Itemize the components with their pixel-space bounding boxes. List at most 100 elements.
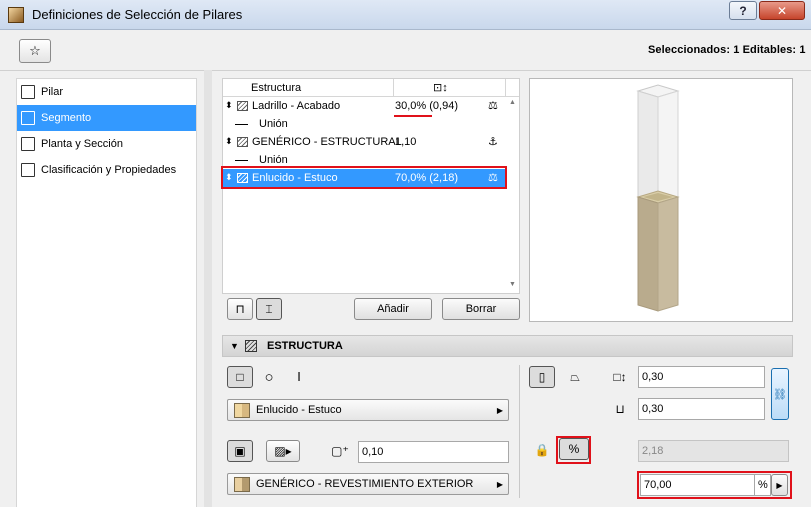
column-outline-icon: ⊓ [235,302,245,316]
classification-icon [21,163,35,177]
dropdown-arrow-icon: ▶ [496,479,503,489]
i-beam-icon: Ⅰ [297,370,301,384]
scroll-down-icon[interactable]: ▼ [509,281,516,288]
lock-thickness-icon[interactable]: 🔒 [530,441,554,459]
sidebar-item-label: Planta y Sección [41,138,123,150]
building-material-name: GENÉRICO - REVESTIMIENTO EXTERIOR [256,478,474,490]
reorder-arrows-icon[interactable]: ⬍ [225,136,233,147]
sidebar-item-pilar[interactable]: Pilar [17,79,196,105]
reorder-arrows-icon[interactable]: ⬍ [225,100,233,111]
column-3d-preview-graphic [636,84,680,312]
3d-preview [529,78,793,322]
join-line-icon [235,160,248,161]
surface-material-dropdown[interactable]: Enlucido - Estuco ▶ [227,399,509,421]
rectangular-shape-button[interactable]: □ [227,366,253,388]
window-title: Definiciones de Selección de Pilares [32,7,243,22]
width-field[interactable]: 0,30 [638,366,765,388]
skin-name: GENÉRICO - ESTRUCTURAL [252,136,402,148]
delete-skin-button[interactable]: Borrar [442,298,520,320]
sidebar-item-label: Pilar [41,86,64,98]
sidebar-item-planta-seccion[interactable]: Planta y Sección [17,131,196,157]
core-thickness-icon: ▢⁺ [331,444,349,458]
section-title: ESTRUCTURA [267,340,343,352]
material-name: Enlucido - Estuco [256,404,342,416]
chain-link-icon: ⛓ [773,388,787,401]
rectangle-icon: □ [236,370,244,384]
segment-view-button[interactable]: ⌶ [256,298,282,320]
segment-outline-icon: ⌶ [265,301,273,316]
thickness-value-field: 2,18 [638,440,789,462]
thickness-column-icon: ⊡↕ [433,82,448,94]
building-material-dropdown[interactable]: GENÉRICO - REVESTIMIENTO EXTERIOR ▶ [227,473,509,495]
section-header-estructura[interactable]: ▼ ESTRUCTURA [222,335,793,357]
join-label: Unión [259,118,288,130]
circular-shape-button[interactable]: ○ [256,366,282,388]
straight-column-icon: ▯ [538,370,546,384]
fill-hatch-icon: ▨▸ [274,444,292,458]
skin-name: Enlucido - Estuco [252,172,338,184]
fixed-anchor-icon[interactable]: ⚓ [488,135,498,148]
column-view-button[interactable]: ⊓ [227,298,253,320]
percent-value-field[interactable]: 70,00 [640,474,755,496]
depth-icon: ⊔ [615,402,625,416]
core-thickness-field[interactable]: 0,10 [358,441,509,463]
depth-field[interactable]: 0,30 [638,398,765,420]
circle-icon: ○ [264,368,274,386]
table-row[interactable]: ⬍ GENÉRICO - ESTRUCTURAL 1,10 ⚓ [223,133,507,151]
tapered-column-button[interactable]: ⏢ [562,366,588,388]
material-swatch-icon [234,402,250,418]
sidebar-item-clasificacion[interactable]: Clasificación y Propiedades [17,157,196,183]
add-skin-button[interactable]: Añadir [354,298,432,320]
help-button[interactable]: ? [729,1,757,20]
dropdown-arrow-icon: ▶ [496,405,503,415]
close-button[interactable]: ✕ [759,1,805,20]
width-icon: □↕ [613,370,627,384]
skin-value[interactable]: 70,0% (2,18) [395,172,458,184]
sidebar-item-label: Clasificación y Propiedades [41,164,177,176]
core-fill-icon: ▣ [234,444,246,458]
hatch-icon [237,173,248,183]
core-fill-button[interactable]: ▣ [227,440,253,462]
column-header-structure: Estructura [251,82,302,94]
building-material-swatch-icon [234,476,250,492]
fill-options-button[interactable]: ▨▸ [266,440,300,462]
archicad-app-icon [8,7,24,23]
sidebar-item-label: Segmento [41,112,92,124]
hatch-icon [245,340,257,352]
structure-table: Estructura ⊡↕ ⬍ Ladrillo - Acabado 30,0%… [222,78,520,294]
percent-unit: % [754,474,771,496]
table-row-join: Unión [223,115,507,133]
collapse-arrow-icon[interactable]: ▼ [230,341,239,351]
skin-value[interactable]: 1,10 [395,136,416,148]
hatch-icon [237,137,248,147]
sidebar-panel: Pilar Segmento Planta y Sección Clasific… [16,78,197,507]
highlight-underline [394,115,432,117]
table-row-selected[interactable]: ⬍ Enlucido - Estuco 70,0% (2,18) ⚖ [223,169,507,187]
scroll-up-icon[interactable]: ▲ [509,99,516,106]
percent-mode-button[interactable]: % [559,438,589,460]
column-separator [393,79,394,97]
menu-arrow-icon: ▶ [776,480,783,490]
floorplan-section-icon [21,137,35,151]
percent-icon: % [568,442,580,456]
skin-name: Ladrillo - Acabado [252,100,341,112]
favorites-button[interactable]: ☆ [19,39,51,63]
selection-info: Seleccionados: 1 Editables: 1 [648,44,806,56]
table-row-join: Unión [223,151,507,169]
tapered-column-icon: ⏢ [570,369,580,384]
reorder-arrows-icon[interactable]: ⬍ [225,172,233,183]
proportional-icon[interactable]: ⚖ [488,171,498,184]
table-row[interactable]: ⬍ Ladrillo - Acabado 30,0% (0,94) ⚖ [223,97,507,115]
proportional-icon[interactable]: ⚖ [488,99,498,112]
profile-shape-button[interactable]: Ⅰ [286,366,312,388]
table-scrollbar[interactable]: ▲ ▼ [507,97,519,293]
link-dimensions-button[interactable]: ⛓ [771,368,789,420]
straight-column-button[interactable]: ▯ [529,366,555,388]
sidebar-item-segmento[interactable]: Segmento [17,105,196,131]
join-label: Unión [259,154,288,166]
unit-menu-button[interactable]: ▶ [771,474,788,496]
column-icon [21,85,35,99]
panel-divider [519,365,520,498]
hatch-icon [237,101,248,111]
skin-value[interactable]: 30,0% (0,94) [395,100,458,112]
